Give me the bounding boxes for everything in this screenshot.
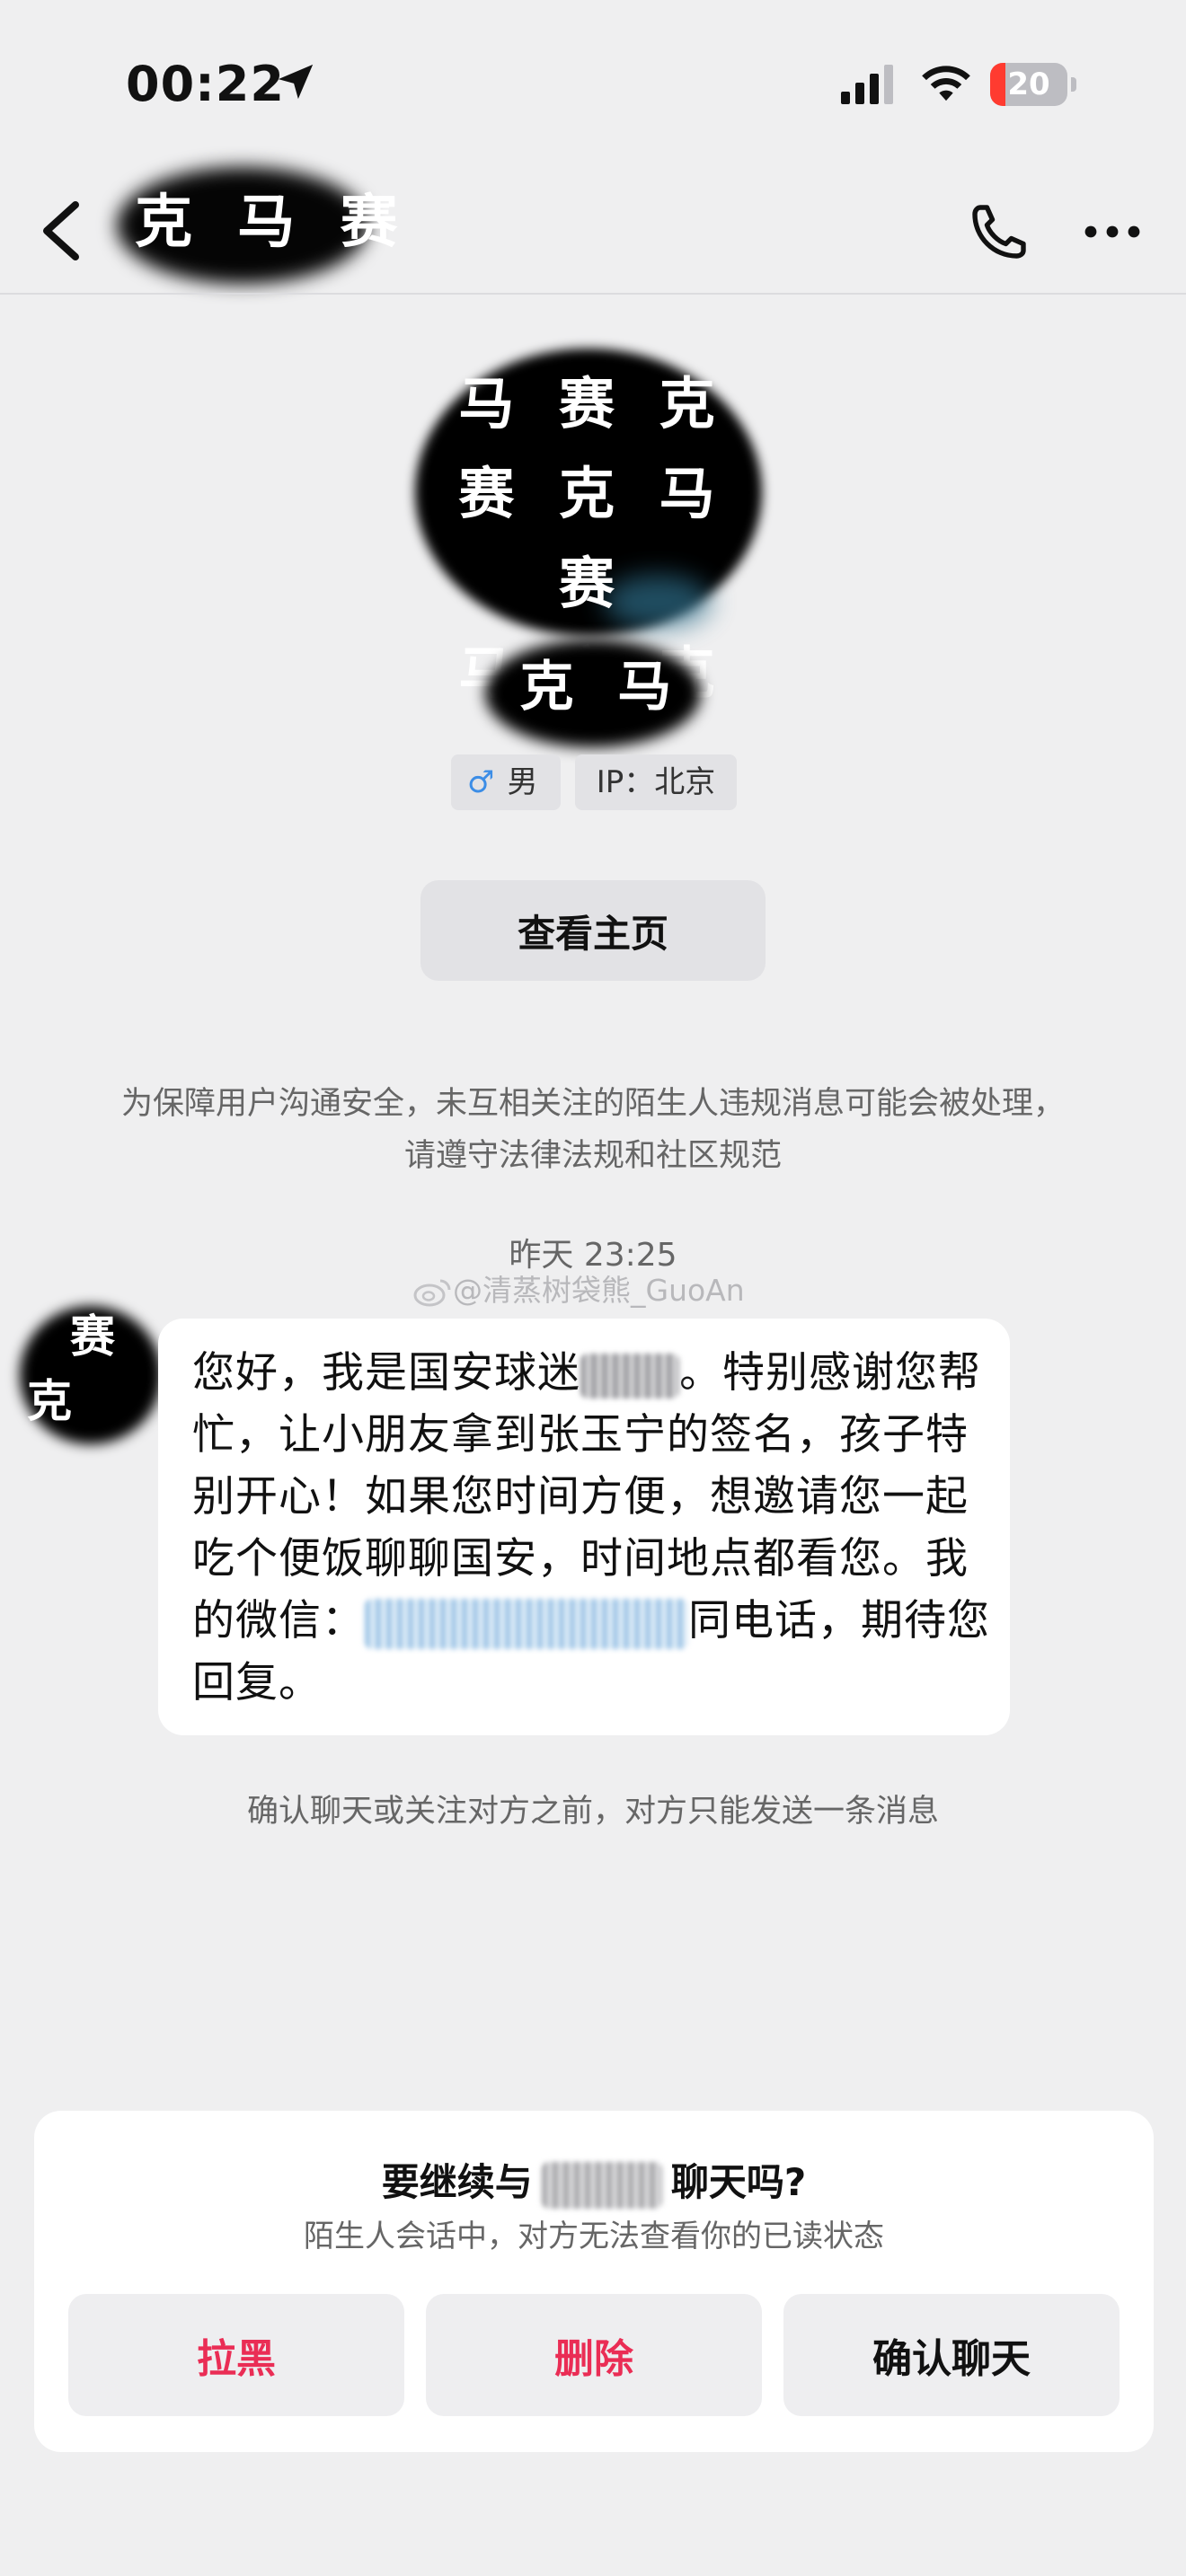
confirm-chat-button[interactable]: 确认聊天	[783, 2294, 1120, 2416]
message-text: 您好，我是国安球迷 。特别感谢您帮忙，让小朋友拿到张玉宁的签名，孩子特别开心！如果…	[192, 1348, 990, 1707]
nav-divider	[0, 293, 1186, 295]
back-chevron-icon[interactable]	[36, 199, 84, 262]
gender-tag: ♂ 男	[451, 754, 561, 810]
male-symbol-icon: ♂	[467, 764, 495, 800]
sender-avatar-mosaic: 赛 克	[27, 1310, 115, 1427]
ip-location-tag: IP：北京	[575, 754, 737, 810]
card-subtitle: 陌生人会话中，对方无法查看你的已读状态	[304, 2219, 884, 2254]
profile-name-mosaic: 克 马	[519, 656, 685, 719]
watermark-text: @清蒸树袋熊_GuoAn	[453, 1273, 745, 1308]
status-time: 00:22	[126, 56, 285, 112]
redacted-wechat-id	[365, 1598, 688, 1649]
battery-indicator: 20	[990, 63, 1076, 106]
gender-label: 男	[507, 764, 538, 800]
redacted-name	[580, 1353, 679, 1398]
weibo-icon	[413, 1279, 451, 1306]
nav-title-mosaic: 克 马 赛	[135, 189, 411, 256]
battery-level: 20	[1007, 66, 1050, 102]
phone-call-icon[interactable]	[967, 199, 1031, 264]
wifi-icon	[922, 66, 970, 101]
safety-notice: 为保障用户沟通安全，未互相关注的陌生人违规消息可能会被处理，请遵守法律法规和社区…	[120, 1086, 1065, 1174]
card-title: 要继续与 聊天吗?	[34, 2152, 1154, 2209]
message-limit-note: 确认聊天或关注对方之前，对方只能发送一条消息	[246, 1794, 939, 1830]
more-options-icon[interactable]	[1082, 221, 1143, 243]
block-button[interactable]: 拉黑	[68, 2294, 404, 2416]
view-homepage-button[interactable]: 查看主页	[420, 880, 766, 981]
watermark: @清蒸树袋熊_GuoAn	[413, 1266, 745, 1310]
redacted-username	[541, 2161, 662, 2209]
location-arrow-icon	[278, 64, 314, 100]
delete-button[interactable]: 删除	[426, 2294, 762, 2416]
cellular-signal-icon	[841, 65, 893, 104]
